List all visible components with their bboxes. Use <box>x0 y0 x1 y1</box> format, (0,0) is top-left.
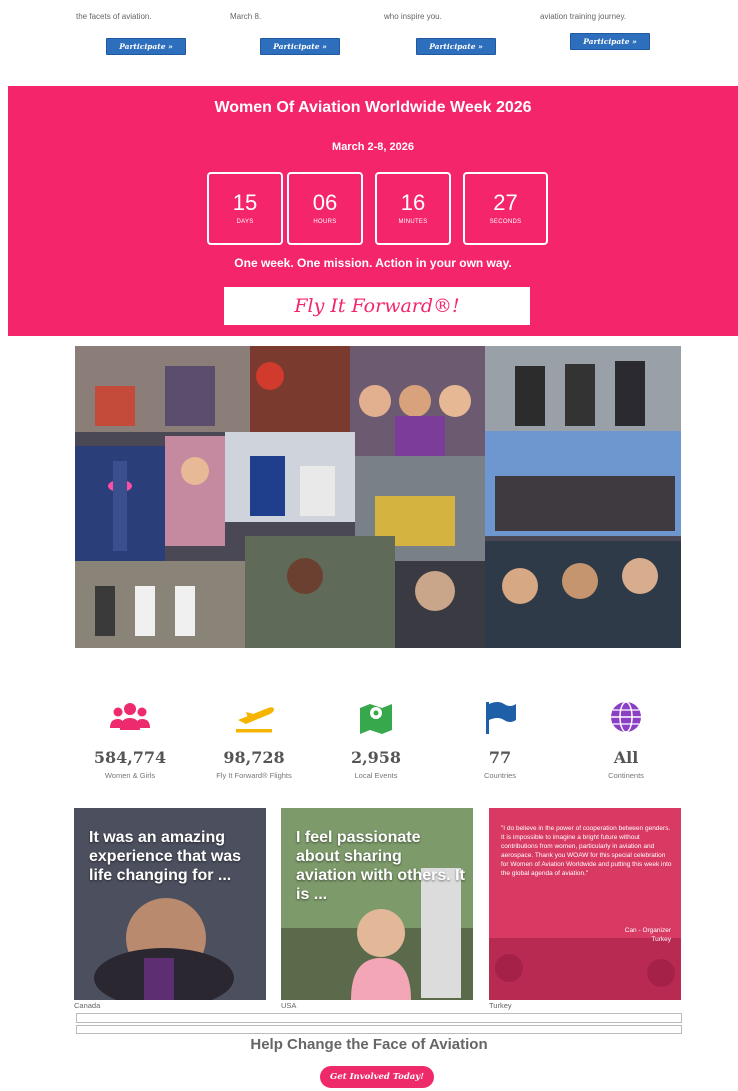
stat-countries: 77 Countries <box>440 700 560 780</box>
participate-card: who inspire you. Participate » <box>380 0 540 86</box>
countdown-value: 27 <box>493 190 518 215</box>
countdown-unit: MINUTES <box>398 219 428 225</box>
event-tagline: One week. One mission. Action in your ow… <box>234 256 512 270</box>
participate-button[interactable]: Participate » <box>106 38 186 55</box>
stat-value: 2,958 <box>350 748 402 767</box>
participate-card: the facets of aviation. Participate » <box>72 0 232 86</box>
empty-input-bar <box>76 1025 682 1034</box>
testimonial-country: Turkey <box>489 1001 512 1010</box>
countdown-days: 15 DAYS <box>207 172 283 245</box>
globe-icon <box>611 701 641 733</box>
countdown-unit: HOURS <box>313 219 337 225</box>
participate-cards-row: the facets of aviation. Participate » Ma… <box>0 0 738 86</box>
stat-label: Countries <box>483 771 517 780</box>
stat-label: Women & Girls <box>104 771 156 780</box>
countdown-unit: DAYS <box>236 219 254 225</box>
participate-button[interactable]: Participate » <box>570 33 650 50</box>
countdown-minutes: 16 MINUTES <box>375 172 451 245</box>
countdown-value: 06 <box>312 190 338 215</box>
map-pin-icon <box>360 704 392 734</box>
stat-value: 584,774 <box>93 748 167 767</box>
fly-it-forward-button[interactable]: Fly It Forward®! <box>224 287 530 325</box>
testimonial-country: USA <box>281 1001 297 1010</box>
testimonial-card-turkey[interactable]: "I do believe in the power of cooperatio… <box>489 808 681 1000</box>
countdown-hours: 06 HOURS <box>287 172 363 245</box>
countdown-seconds: 27 SECONDS <box>463 172 548 245</box>
plane-takeoff-icon <box>236 707 274 733</box>
stat-value: 77 <box>488 748 512 767</box>
card-snippet: March 8. <box>230 12 262 21</box>
card-snippet: aviation training journey. <box>540 12 627 21</box>
testimonial-card-usa[interactable]: I feel passionate about sharing aviation… <box>281 808 473 1000</box>
stat-label: Local Events <box>354 771 398 780</box>
participate-button[interactable]: Participate » <box>416 38 496 55</box>
stat-label: Continents <box>608 771 644 780</box>
testimonial-quote: It was an amazing experience that was li… <box>89 829 242 884</box>
testimonial-quote: I feel passionate about sharing aviation… <box>296 829 465 903</box>
testimonial-quote: "I do believe in the power of cooperatio… <box>501 825 672 877</box>
countdown-value: 16 <box>400 190 426 215</box>
card-snippet: who inspire you. <box>384 12 442 21</box>
empty-input-bar <box>76 1013 682 1023</box>
stat-value: All <box>613 748 639 767</box>
participate-button[interactable]: Participate » <box>260 38 340 55</box>
get-involved-button[interactable]: Get Involved Today! <box>320 1066 434 1088</box>
testimonial-country: Canada <box>74 1001 101 1010</box>
flag-icon <box>486 702 516 734</box>
countdown-banner: Women Of Aviation Worldwide Week 2026 Ma… <box>8 86 738 336</box>
card-snippet: the facets of aviation. <box>76 12 152 21</box>
testimonial-signature: Can - Organizer Turkey <box>625 926 671 944</box>
testimonial-card-canada[interactable]: It was an amazing experience that was li… <box>74 808 266 1000</box>
collage-image <box>75 346 681 648</box>
event-dates: March 2-8, 2026 <box>332 141 414 153</box>
participate-card: March 8. Participate » <box>226 0 386 86</box>
help-heading: Help Change the Face of Aviation <box>250 1036 488 1053</box>
event-title: Women Of Aviation Worldwide Week 2026 <box>214 99 532 116</box>
stat-women-girls: 584,774 Women & Girls <box>70 700 190 780</box>
stat-flights: 98,728 Fly It Forward® Flights <box>194 700 314 780</box>
signature-name: Can - Organizer <box>624 927 671 934</box>
countdown-unit: SECONDS <box>489 219 522 225</box>
stat-value: 98,728 <box>223 748 285 767</box>
stat-label: Fly It Forward® Flights <box>216 771 292 780</box>
stat-local-events: 2,958 Local Events <box>316 700 436 780</box>
participate-card: aviation training journey. Participate » <box>536 0 696 86</box>
stat-continents: All Continents <box>566 700 686 780</box>
photo-collage <box>75 346 681 648</box>
signature-country: Turkey <box>651 936 671 943</box>
countdown-value: 15 <box>232 190 258 215</box>
impact-stats: 584,774 Women & Girls 98,728 Fly It Forw… <box>0 700 738 790</box>
users-icon <box>110 703 150 730</box>
